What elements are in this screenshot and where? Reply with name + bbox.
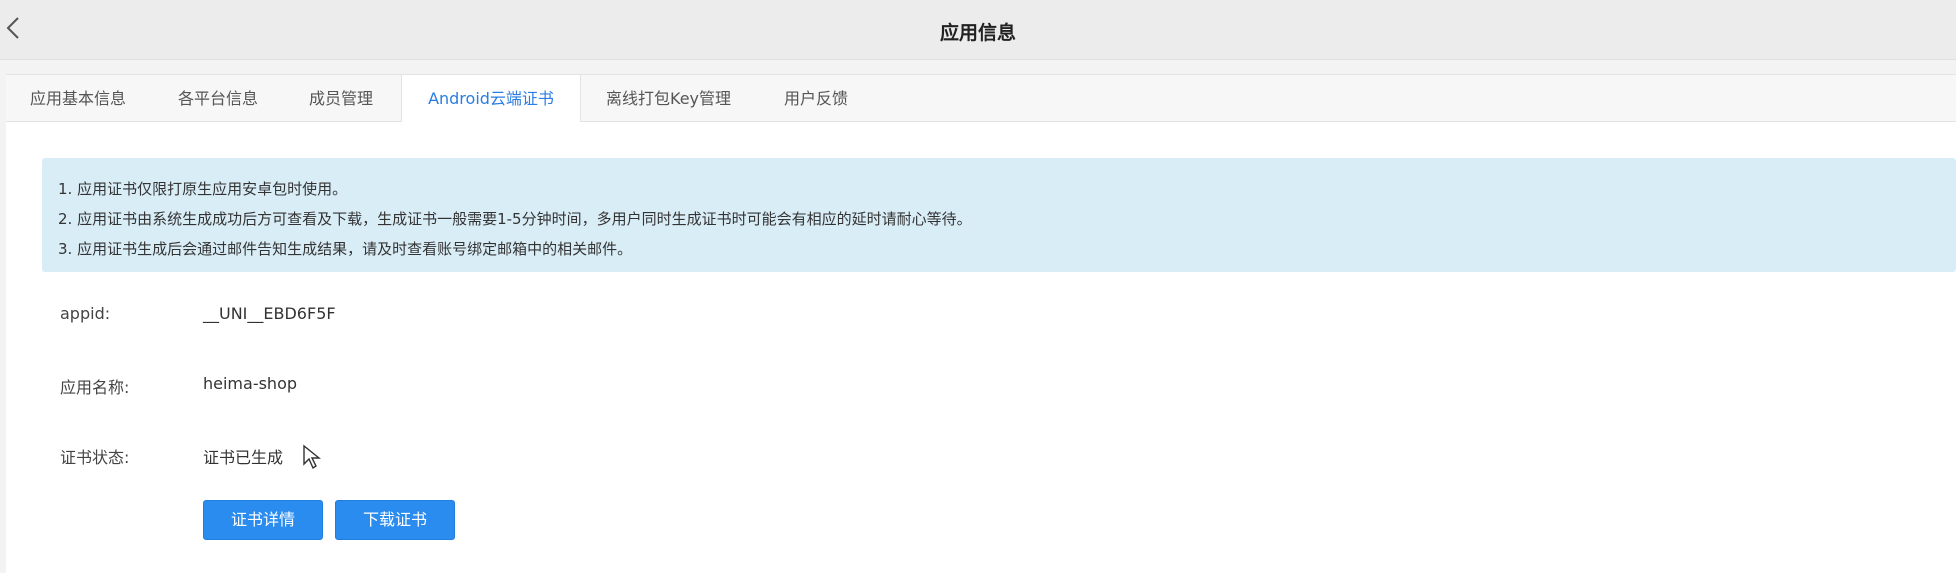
notice-box: 1. 应用证书仅限打原生应用安卓包时使用。 2. 应用证书由系统生成成功后方可查… xyxy=(42,158,1956,272)
cert-status-value: 证书已生成 xyxy=(203,448,284,467)
notice-line: 2. 应用证书由系统生成成功后方可查看及下载，生成证书一般需要1-5分钟时间，多… xyxy=(58,210,972,228)
certificate-panel: 1. 应用证书仅限打原生应用安卓包时使用。 2. 应用证书由系统生成成功后方可查… xyxy=(6,122,1956,573)
tab-basic-info[interactable]: 应用基本信息 xyxy=(30,75,126,123)
tab-user-feedback[interactable]: 用户反馈 xyxy=(784,75,848,123)
tab-platform-info[interactable]: 各平台信息 xyxy=(178,75,258,123)
tab-member-management[interactable]: 成员管理 xyxy=(309,75,373,123)
notice-line: 3. 应用证书生成后会通过邮件告知生成结果，请及时查看账号绑定邮箱中的相关邮件。 xyxy=(58,240,633,258)
appid-value: __UNI__EBD6F5F xyxy=(203,304,336,323)
certificate-details-button[interactable]: 证书详情 xyxy=(203,500,323,540)
app-name-label: 应用名称: xyxy=(60,378,130,397)
tab-android-cloud-certificate[interactable]: Android云端证书 xyxy=(401,75,581,124)
page-title: 应用信息 xyxy=(939,22,1016,44)
appid-label: appid: xyxy=(60,304,111,323)
cert-status-label: 证书状态: xyxy=(60,448,130,467)
download-certificate-button[interactable]: 下载证书 xyxy=(335,500,455,540)
notice-line: 1. 应用证书仅限打原生应用安卓包时使用。 xyxy=(58,180,348,198)
tab-offline-packaging-key[interactable]: 离线打包Key管理 xyxy=(606,75,731,123)
app-name-value: heima-shop xyxy=(203,374,298,393)
tab-bar: 应用基本信息 各平台信息 成员管理 Android云端证书 离线打包Key管理 … xyxy=(6,74,1956,124)
mouse-pointer-icon xyxy=(302,444,322,470)
top-bar: 应用信息 xyxy=(0,0,1956,60)
